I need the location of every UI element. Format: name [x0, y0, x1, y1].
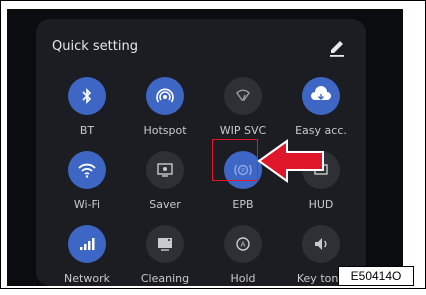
tile-label: Network — [64, 272, 110, 285]
network-signal-icon — [80, 238, 95, 250]
tile-circle — [146, 151, 184, 189]
hold-icon: A — [236, 237, 250, 251]
key-tone-icon — [315, 238, 327, 250]
epb-highlight-box — [212, 139, 258, 181]
figure-frame: Quick setting BT Hotspot WIP SVC Easy ac… — [0, 0, 426, 289]
tile-circle — [68, 151, 106, 189]
tile-circle — [146, 77, 184, 115]
tile-circle — [68, 225, 106, 263]
tile-label: Saver — [149, 198, 181, 211]
tile-label: HUD — [308, 198, 334, 211]
pencil-icon[interactable] — [326, 37, 348, 59]
saver-icon — [157, 163, 173, 177]
wip-svc-icon — [236, 89, 250, 101]
tile-label: Hotspot — [143, 124, 187, 137]
tile-circle — [146, 225, 184, 263]
tile-label: Hold — [230, 272, 256, 285]
figure-code: E50414O — [338, 266, 414, 286]
easy-access-icon — [311, 86, 331, 100]
wifi-icon — [78, 163, 96, 178]
tile-label: Easy acc. — [295, 124, 347, 137]
tile-label: Wi-Fi — [73, 198, 101, 211]
tile-wifi[interactable]: Wi-Fi — [49, 151, 125, 221]
tile-network[interactable]: Network — [49, 225, 125, 295]
red-pointer-arrow-icon — [257, 139, 324, 183]
tile-circle — [302, 225, 340, 263]
tile-bt[interactable]: BT — [49, 77, 125, 147]
display-screen: Quick setting BT Hotspot WIP SVC Easy ac… — [7, 9, 403, 286]
tile-label: Cleaning — [140, 272, 190, 285]
bluetooth-icon — [82, 88, 92, 104]
hotspot-icon — [156, 88, 174, 103]
tile-circle: A — [224, 225, 262, 263]
tile-circle — [224, 77, 262, 115]
tile-cleaning[interactable]: Cleaning — [127, 225, 203, 295]
tile-hotspot[interactable]: Hotspot — [127, 77, 203, 147]
tile-label: WIP SVC — [219, 124, 267, 137]
tile-circle — [302, 77, 340, 115]
tile-saver[interactable]: Saver — [127, 151, 203, 221]
tile-label: BT — [79, 124, 95, 137]
cleaning-icon — [158, 238, 172, 251]
tile-hold[interactable]: A Hold — [205, 225, 281, 295]
tile-label: EPB — [232, 198, 254, 211]
svg-text:A: A — [241, 241, 246, 249]
tile-circle — [68, 77, 106, 115]
panel-title: Quick setting — [52, 39, 138, 54]
